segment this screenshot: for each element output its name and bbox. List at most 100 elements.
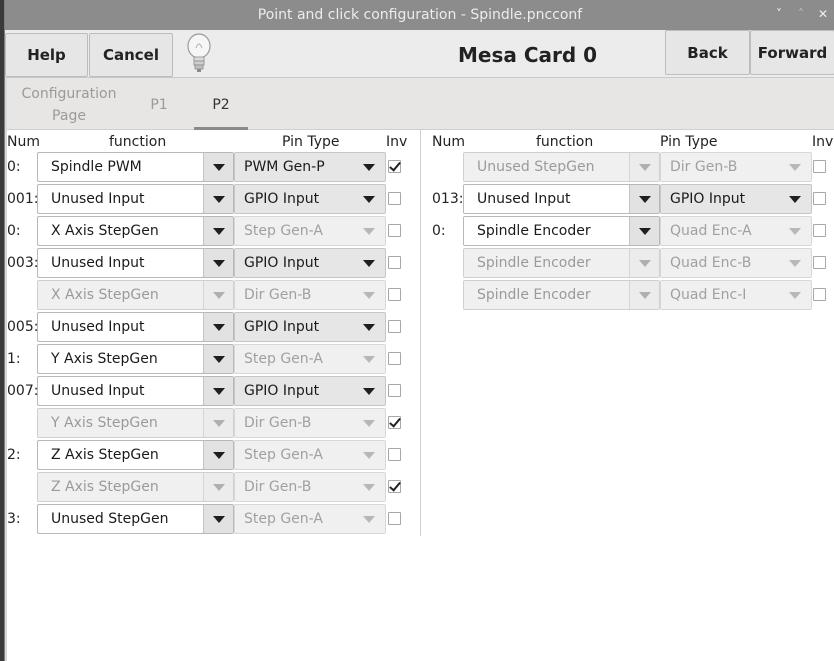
invert-checkbox[interactable]: [388, 288, 401, 301]
pin-type-select[interactable]: GPIO Input: [234, 248, 386, 278]
function-select[interactable]: Unused Input: [37, 184, 234, 214]
invert-checkbox[interactable]: [388, 448, 401, 461]
dropdown-arrow-icon[interactable]: [789, 228, 801, 235]
pin-type-select[interactable]: GPIO Input: [234, 376, 386, 406]
pin-type-select[interactable]: GPIO Input: [234, 184, 386, 214]
pin-type-select[interactable]: Step Gen-A: [234, 440, 386, 470]
function-select[interactable]: Unused Input: [37, 248, 234, 278]
function-select[interactable]: X Axis StepGen: [37, 280, 234, 310]
pin-type-select[interactable]: Quad Enc-A: [660, 216, 812, 246]
close-icon[interactable]: ✕: [815, 6, 831, 22]
function-select[interactable]: Unused StepGen: [463, 152, 660, 182]
dropdown-arrow-icon[interactable]: [363, 260, 375, 267]
cancel-button[interactable]: Cancel: [89, 33, 173, 77]
invert-checkbox[interactable]: [388, 192, 401, 205]
dropdown-arrow-icon[interactable]: [629, 217, 659, 245]
dropdown-arrow-icon[interactable]: [363, 388, 375, 395]
invert-checkbox[interactable]: [388, 160, 401, 173]
invert-checkbox[interactable]: [813, 256, 826, 269]
pin-type-select[interactable]: GPIO Input: [234, 312, 386, 342]
dropdown-arrow-icon[interactable]: [203, 153, 233, 181]
function-select[interactable]: Unused Input: [463, 184, 660, 214]
pin-type-select[interactable]: Dir Gen-B: [234, 472, 386, 502]
dropdown-arrow-icon[interactable]: [363, 324, 375, 331]
function-select-value: Z Axis StepGen: [51, 447, 159, 463]
function-select[interactable]: Z Axis StepGen: [37, 472, 234, 502]
invert-checkbox[interactable]: [813, 192, 826, 205]
invert-checkbox[interactable]: [813, 224, 826, 237]
pin-type-select[interactable]: Step Gen-A: [234, 504, 386, 534]
function-select[interactable]: Spindle PWM: [37, 152, 234, 182]
function-select[interactable]: Z Axis StepGen: [37, 440, 234, 470]
dropdown-arrow-icon[interactable]: [203, 281, 233, 309]
pin-type-select[interactable]: Dir Gen-B: [234, 280, 386, 310]
pin-type-select[interactable]: Step Gen-A: [234, 344, 386, 374]
minimize-icon[interactable]: ˅: [771, 6, 787, 22]
dropdown-arrow-icon[interactable]: [789, 196, 801, 203]
dropdown-arrow-icon[interactable]: [629, 281, 659, 309]
dropdown-arrow-icon[interactable]: [203, 441, 233, 469]
dropdown-arrow-icon[interactable]: [363, 196, 375, 203]
tab-p1[interactable]: P1: [137, 94, 181, 130]
dropdown-arrow-icon[interactable]: [363, 516, 375, 523]
function-select-value: Spindle Encoder: [477, 255, 591, 271]
forward-button[interactable]: Forward: [750, 30, 834, 75]
invert-checkbox[interactable]: [813, 160, 826, 173]
pin-type-select[interactable]: Quad Enc-I: [660, 280, 812, 310]
invert-checkbox[interactable]: [813, 288, 826, 301]
pin-type-select[interactable]: Dir Gen-B: [660, 152, 812, 182]
invert-checkbox[interactable]: [388, 256, 401, 269]
dropdown-arrow-icon[interactable]: [203, 249, 233, 277]
maximize-icon[interactable]: ˄: [793, 6, 809, 22]
dropdown-arrow-icon[interactable]: [789, 164, 801, 171]
dropdown-arrow-icon[interactable]: [363, 292, 375, 299]
dropdown-arrow-icon[interactable]: [363, 452, 375, 459]
function-select[interactable]: Y Axis StepGen: [37, 344, 234, 374]
dropdown-arrow-icon[interactable]: [203, 185, 233, 213]
dropdown-arrow-icon[interactable]: [363, 164, 375, 171]
dropdown-arrow-icon[interactable]: [203, 217, 233, 245]
dropdown-arrow-icon[interactable]: [363, 228, 375, 235]
tab-configuration-page[interactable]: Configuration Page: [15, 83, 123, 129]
dropdown-arrow-icon[interactable]: [203, 473, 233, 501]
function-select[interactable]: Unused StepGen: [37, 504, 234, 534]
dropdown-arrow-icon[interactable]: [363, 356, 375, 363]
invert-checkbox[interactable]: [388, 320, 401, 333]
invert-checkbox[interactable]: [388, 512, 401, 525]
function-select[interactable]: X Axis StepGen: [37, 216, 234, 246]
pin-type-select[interactable]: Dir Gen-B: [234, 408, 386, 438]
dropdown-arrow-icon[interactable]: [203, 377, 233, 405]
pin-type-select[interactable]: Quad Enc-B: [660, 248, 812, 278]
pin-type-select[interactable]: PWM Gen-P: [234, 152, 386, 182]
dropdown-arrow-icon[interactable]: [203, 313, 233, 341]
function-select[interactable]: Spindle Encoder: [463, 248, 660, 278]
invert-checkbox[interactable]: [388, 384, 401, 397]
dropdown-arrow-icon[interactable]: [629, 153, 659, 181]
pin-type-select-value: Step Gen-A: [244, 447, 323, 463]
right-function-header: function: [536, 134, 594, 150]
invert-checkbox[interactable]: [388, 224, 401, 237]
dropdown-arrow-icon[interactable]: [203, 345, 233, 373]
dropdown-arrow-icon[interactable]: [203, 409, 233, 437]
pin-type-select[interactable]: GPIO Input: [660, 184, 812, 214]
dropdown-arrow-icon[interactable]: [629, 249, 659, 277]
function-select[interactable]: Unused Input: [37, 312, 234, 342]
function-select[interactable]: Spindle Encoder: [463, 216, 660, 246]
help-button[interactable]: Help: [5, 33, 88, 77]
tab-p2[interactable]: P2: [194, 94, 248, 130]
dropdown-arrow-icon[interactable]: [203, 505, 233, 533]
dropdown-arrow-icon[interactable]: [363, 484, 375, 491]
invert-checkbox[interactable]: [388, 416, 401, 429]
function-select[interactable]: Spindle Encoder: [463, 280, 660, 310]
dropdown-arrow-icon[interactable]: [629, 185, 659, 213]
back-button[interactable]: Back: [665, 30, 750, 75]
window-title: Point and click configuration - Spindle.…: [257, 7, 583, 23]
function-select[interactable]: Unused Input: [37, 376, 234, 406]
dropdown-arrow-icon[interactable]: [789, 292, 801, 299]
invert-checkbox[interactable]: [388, 352, 401, 365]
dropdown-arrow-icon[interactable]: [363, 420, 375, 427]
function-select[interactable]: Y Axis StepGen: [37, 408, 234, 438]
dropdown-arrow-icon[interactable]: [789, 260, 801, 267]
invert-checkbox[interactable]: [388, 480, 401, 493]
pin-type-select[interactable]: Step Gen-A: [234, 216, 386, 246]
